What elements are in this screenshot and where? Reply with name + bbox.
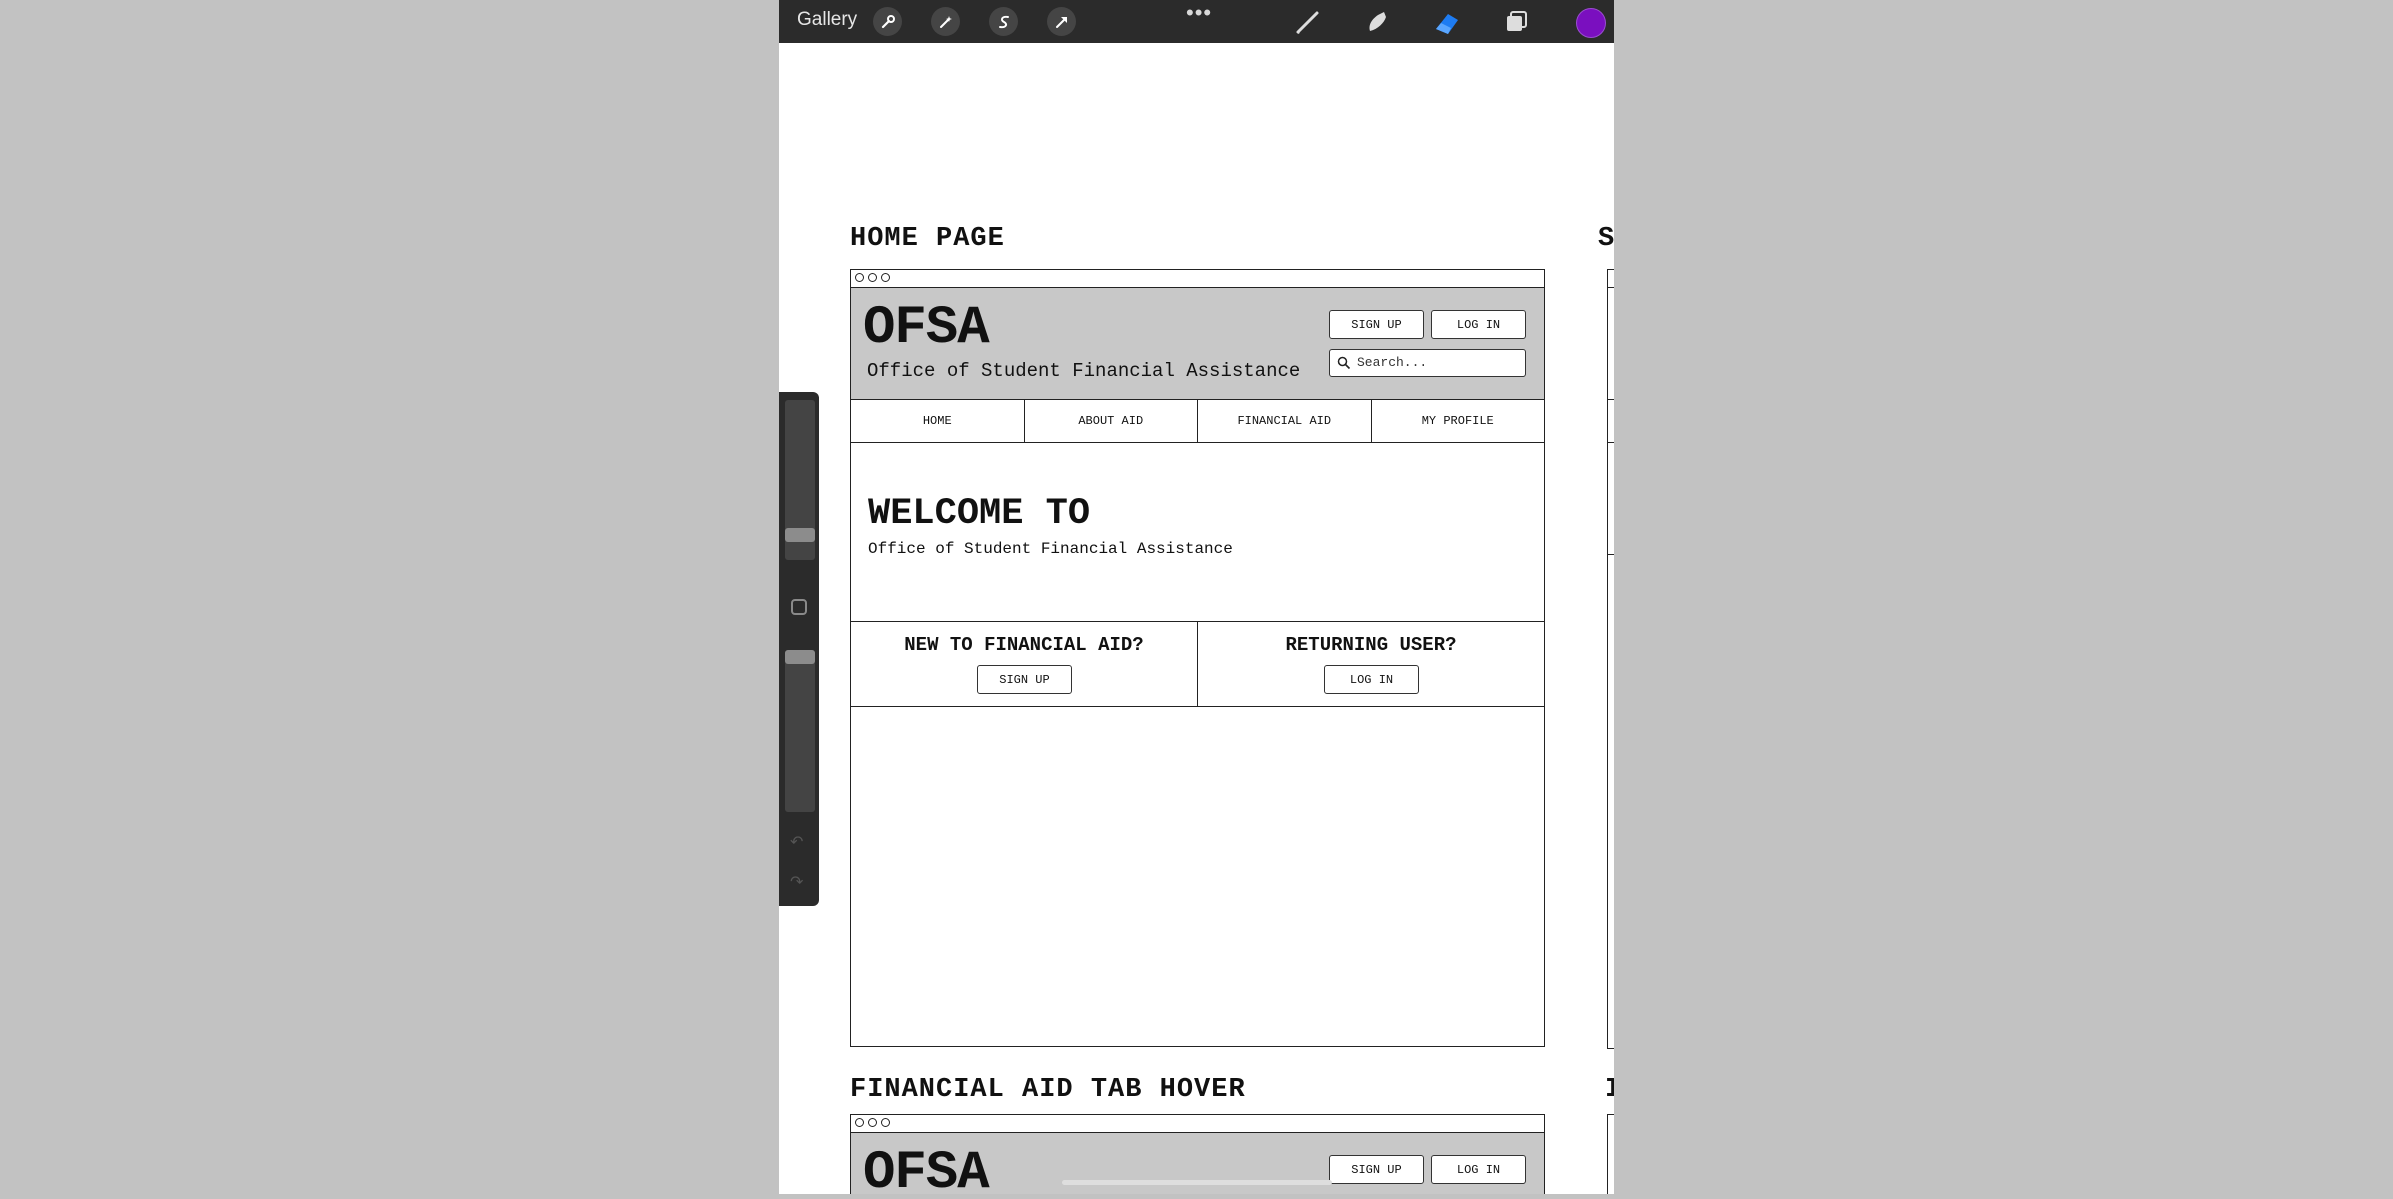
browser-bar — [851, 270, 1544, 288]
section-title-home: HOME PAGE — [850, 224, 1005, 254]
selection-icon[interactable] — [989, 7, 1018, 36]
wrench-icon[interactable] — [873, 7, 902, 36]
browser-dot — [855, 273, 864, 282]
nav-tab-my-profile[interactable]: MY PROFILE — [1372, 400, 1545, 442]
new-user-title: NEW TO FINANCIAL AID? — [904, 634, 1144, 656]
next-wireframe-edge — [1607, 1114, 1614, 1196]
smudge-icon[interactable] — [1361, 6, 1393, 38]
search-icon — [1337, 356, 1351, 370]
search-input[interactable]: Search... — [1329, 349, 1526, 377]
home-indicator — [1062, 1180, 1332, 1185]
magic-wand-icon[interactable] — [931, 7, 960, 36]
cta-row: NEW TO FINANCIAL AID? SIGN UP RETURNING … — [851, 622, 1544, 707]
nav-bar: HOME ABOUT AID FINANCIAL AID MY PROFILE — [851, 400, 1544, 443]
brush-size-slider[interactable] — [785, 400, 815, 560]
screen-bottom-edge — [779, 1194, 1614, 1199]
gallery-button[interactable]: Gallery — [797, 9, 857, 31]
next-wireframe-line — [1607, 287, 1614, 288]
modify-button[interactable] — [791, 599, 807, 615]
site-logo: OFSA — [863, 1143, 990, 1196]
brush-icon[interactable] — [1292, 6, 1324, 38]
browser-dot — [881, 273, 890, 282]
redo-icon[interactable]: ↷ — [790, 872, 803, 892]
next-wireframe-line — [1607, 442, 1614, 443]
procreate-app: Gallery ••• ↶ ↷ HOME PAGE OFSA Office of… — [779, 0, 1614, 1196]
more-options-icon[interactable]: ••• — [1186, 0, 1212, 26]
cta-signup-button[interactable]: SIGN UP — [977, 665, 1072, 694]
next-wireframe-line — [1607, 554, 1614, 555]
header-signup-button[interactable]: SIGN UP — [1329, 1155, 1424, 1184]
cta-login-button[interactable]: LOG IN — [1324, 665, 1419, 694]
header-login-button[interactable]: LOG IN — [1431, 310, 1526, 339]
eraser-icon[interactable] — [1431, 6, 1463, 38]
browser-dot — [868, 273, 877, 282]
site-logo: OFSA — [863, 298, 990, 359]
welcome-title: WELCOME TO — [868, 493, 1091, 535]
nav-tab-about-aid[interactable]: ABOUT AID — [1025, 400, 1198, 442]
nav-tab-home[interactable]: HOME — [851, 400, 1025, 442]
home-page-wireframe: OFSA Office of Student Financial Assista… — [850, 269, 1545, 1047]
returning-user-title: RETURNING USER? — [1285, 634, 1457, 656]
layers-icon[interactable] — [1501, 6, 1533, 38]
site-header: OFSA Office of Student Financial Assista… — [851, 288, 1544, 400]
opacity-slider[interactable] — [785, 650, 815, 812]
browser-bar — [851, 1115, 1544, 1133]
section-title-peek: S — [1598, 224, 1614, 254]
header-signup-button[interactable]: SIGN UP — [1329, 310, 1424, 339]
new-user-panel: NEW TO FINANCIAL AID? SIGN UP — [851, 622, 1198, 706]
search-placeholder: Search... — [1357, 355, 1428, 370]
brush-size-thumb[interactable] — [785, 528, 815, 542]
color-picker-swatch[interactable] — [1576, 8, 1606, 38]
top-toolbar: Gallery ••• — [779, 0, 1614, 43]
header-login-button[interactable]: LOG IN — [1431, 1155, 1526, 1184]
welcome-subtitle: Office of Student Financial Assistance — [868, 540, 1233, 558]
nav-tab-financial-aid[interactable]: FINANCIAL AID — [1198, 400, 1372, 442]
section-title-peek-bottom: I — [1605, 1075, 1614, 1105]
site-header: OFSA SIGN UP LOG IN — [851, 1133, 1544, 1196]
opacity-thumb[interactable] — [785, 650, 815, 664]
next-wireframe-edge — [1607, 269, 1614, 1049]
browser-dot — [868, 1118, 877, 1127]
site-tagline: Office of Student Financial Assistance — [867, 360, 1301, 382]
browser-dot — [881, 1118, 890, 1127]
sidebar-slider-panel: ↶ ↷ — [779, 392, 819, 906]
next-wireframe-line — [1607, 399, 1614, 400]
undo-icon[interactable]: ↶ — [790, 832, 803, 852]
returning-user-panel: RETURNING USER? LOG IN — [1198, 622, 1544, 706]
transform-icon[interactable] — [1047, 7, 1076, 36]
section-title-hover: FINANCIAL AID TAB HOVER — [850, 1075, 1246, 1105]
welcome-section: WELCOME TO Office of Student Financial A… — [851, 443, 1544, 622]
browser-dot — [855, 1118, 864, 1127]
